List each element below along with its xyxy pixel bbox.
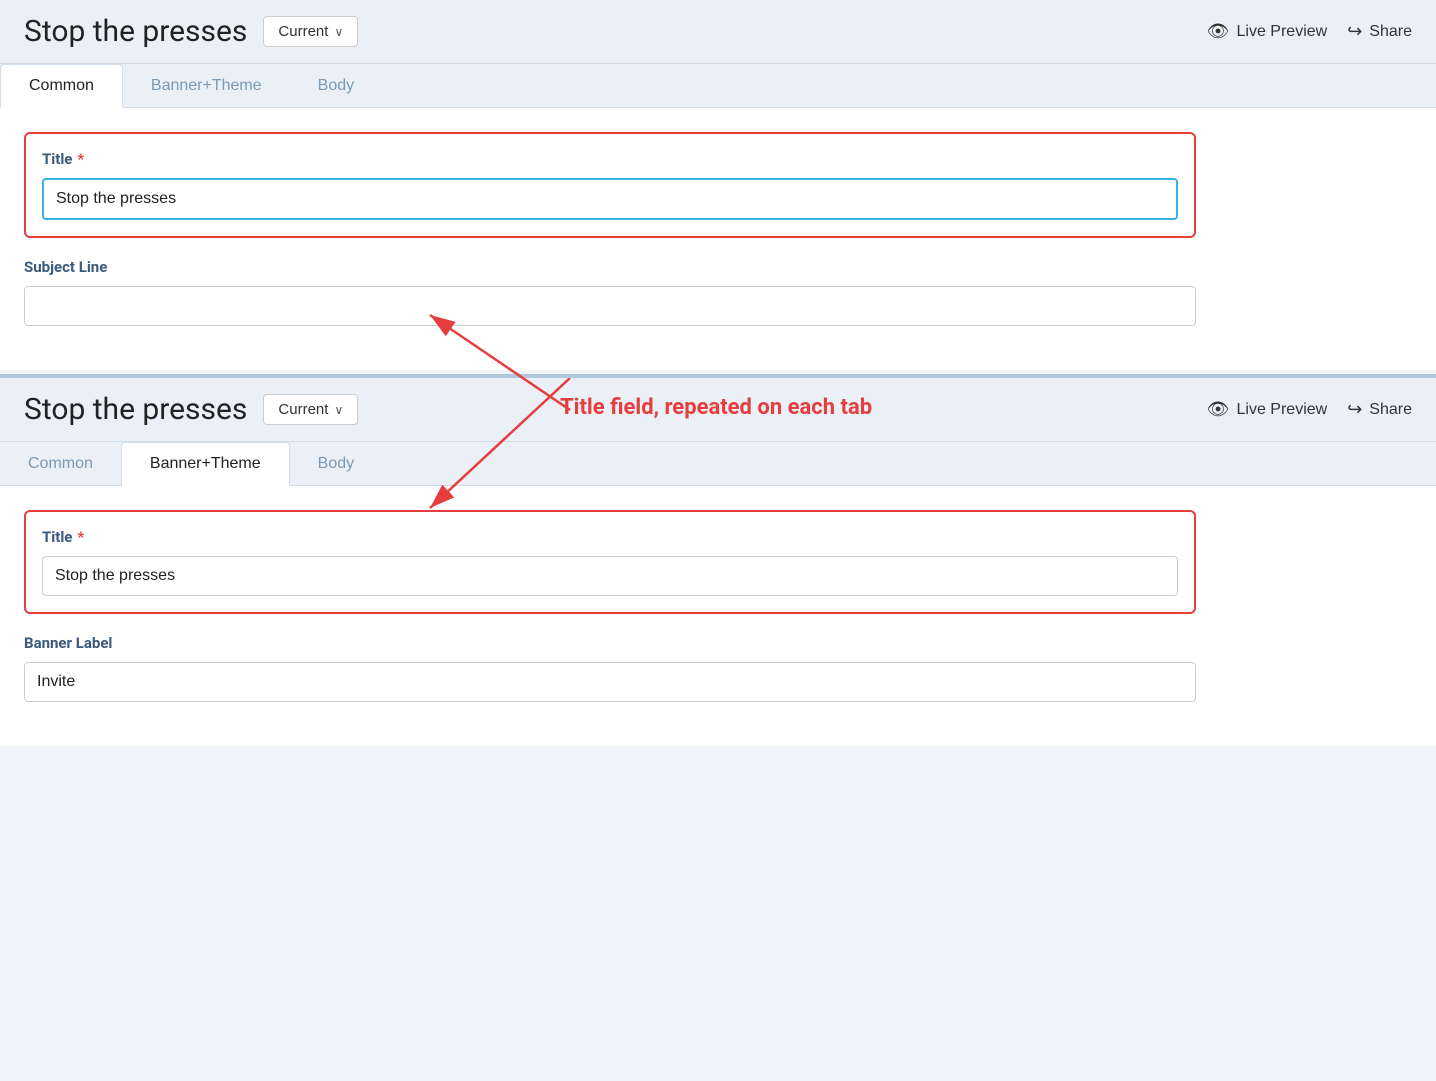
eye-icon: 👁 <box>1207 21 1230 42</box>
chevron-down-icon: ∨ <box>334 25 343 39</box>
eye-icon-2: 👁 <box>1207 399 1230 420</box>
panel-1-tabs: Common Banner+Theme Body <box>0 64 1436 108</box>
required-star-1: * <box>77 150 84 168</box>
banner-label-input-2[interactable] <box>24 662 1196 702</box>
subject-label-1: Subject Line <box>24 258 1196 276</box>
header-right-2: 👁 Live Preview ↪ Share <box>1207 399 1412 420</box>
panel-1: Stop the presses Current ∨ 👁 Live Previe… <box>0 0 1436 370</box>
share-icon: ↪ <box>1347 21 1362 42</box>
live-preview-label: Live Preview <box>1237 23 1328 41</box>
share-label: Share <box>1369 23 1412 41</box>
title-field-group-2: Title * <box>24 510 1196 614</box>
live-preview-label-2: Live Preview <box>1237 401 1328 419</box>
share-button[interactable]: ↪ Share <box>1347 21 1412 42</box>
panel-2-title: Stop the presses <box>24 392 247 427</box>
version-label: Current <box>278 23 328 40</box>
title-label-1: Title * <box>42 150 1178 168</box>
tab-body-1[interactable]: Body <box>290 64 382 107</box>
title-label-text-2: Title <box>42 528 72 546</box>
tab-common-2[interactable]: Common <box>0 442 121 485</box>
panel-1-title: Stop the presses <box>24 14 247 49</box>
live-preview-button-2[interactable]: 👁 Live Preview <box>1207 399 1328 420</box>
share-button-2[interactable]: ↪ Share <box>1347 399 1412 420</box>
live-preview-button[interactable]: 👁 Live Preview <box>1207 21 1328 42</box>
share-icon-2: ↪ <box>1347 399 1362 420</box>
share-label-2: Share <box>1369 401 1412 419</box>
banner-label-group-2: Banner Label <box>24 634 1196 702</box>
subject-input-1[interactable] <box>24 286 1196 326</box>
tab-common-1[interactable]: Common <box>0 64 123 108</box>
panel-2-content: Title * Banner Label <box>0 486 1220 746</box>
chevron-down-icon-2: ∨ <box>334 403 343 417</box>
tab-banner-theme-2[interactable]: Banner+Theme <box>121 442 290 486</box>
header-right: 👁 Live Preview ↪ Share <box>1207 21 1412 42</box>
subject-line-group-1: Subject Line <box>24 258 1196 326</box>
title-input-2[interactable] <box>42 556 1178 596</box>
panel-2: Stop the presses Current ∨ 👁 Live Previe… <box>0 374 1436 746</box>
version-label-2: Current <box>278 401 328 418</box>
tab-body-2[interactable]: Body <box>290 442 382 485</box>
tab-banner-theme-1[interactable]: Banner+Theme <box>123 64 290 107</box>
title-label-text-1: Title <box>42 150 72 168</box>
panel-2-header: Stop the presses Current ∨ 👁 Live Previe… <box>0 378 1436 442</box>
version-dropdown[interactable]: Current ∨ <box>263 16 358 47</box>
panel-2-tabs: Common Banner+Theme Body <box>0 442 1436 486</box>
title-field-group-1: Title * <box>24 132 1196 238</box>
required-star-2: * <box>77 528 84 546</box>
title-label-2: Title * <box>42 528 1178 546</box>
banner-label-label-2: Banner Label <box>24 634 1196 652</box>
title-input-1[interactable] <box>42 178 1178 220</box>
panel-1-content: Title * Subject Line <box>0 108 1220 370</box>
version-dropdown-2[interactable]: Current ∨ <box>263 394 358 425</box>
panel-1-header: Stop the presses Current ∨ 👁 Live Previe… <box>0 0 1436 64</box>
